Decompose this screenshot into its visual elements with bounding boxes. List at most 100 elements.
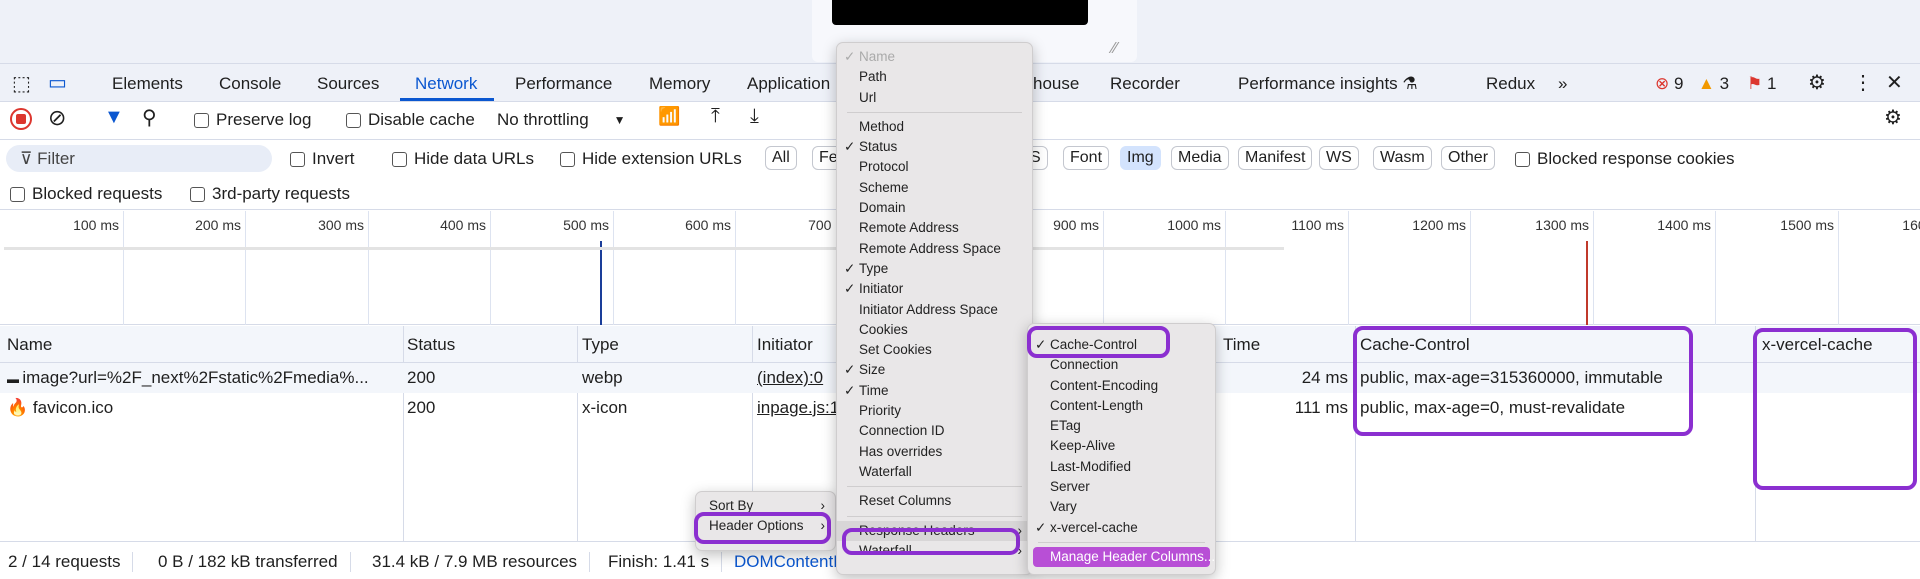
tab-memory[interactable]: Memory: [649, 74, 710, 94]
tab-lighthouse[interactable]: house: [1033, 74, 1079, 94]
device-toolbar-icon[interactable]: ▭: [48, 70, 67, 95]
filter-input[interactable]: ⊽ Filter: [6, 145, 272, 172]
errors-badge[interactable]: ⊗ 9: [1655, 74, 1683, 94]
menu-item-scheme[interactable]: Scheme: [837, 178, 1032, 198]
menu-item-x-vercel-cache[interactable]: ✓ x-vercel-cache: [1028, 518, 1215, 538]
filter-icon[interactable]: ▼: [104, 106, 124, 129]
import-har-icon[interactable]: ⤒: [711, 105, 720, 128]
menu-item-protocol[interactable]: Protocol: [837, 157, 1032, 177]
timeline-gridline: [368, 211, 369, 325]
tab-elements[interactable]: Elements: [112, 74, 183, 94]
type-filter-font[interactable]: Font: [1063, 146, 1110, 170]
menu-item-reset-columns[interactable]: Reset Columns: [837, 491, 1032, 511]
timeline-tick-label: 200 ms: [195, 217, 241, 233]
tab-performance[interactable]: Performance: [515, 74, 612, 94]
menu-item-manage-header-columns[interactable]: Manage Header Columns...: [1033, 546, 1215, 568]
blocked-requests-checkbox[interactable]: Blocked requests: [10, 184, 162, 204]
menu-item-size[interactable]: ✓ Size: [837, 360, 1032, 380]
type-filter-media[interactable]: Media: [1171, 146, 1229, 170]
menu-item-label: Scheme: [859, 179, 909, 195]
network-settings-gear-icon[interactable]: ⚙: [1884, 105, 1902, 130]
column-header-time[interactable]: Time: [1223, 335, 1260, 355]
resize-handle-icon[interactable]: ⁄⁄: [1112, 40, 1117, 58]
close-icon[interactable]: ✕: [1886, 70, 1903, 95]
more-options-icon[interactable]: ⋮: [1853, 70, 1873, 95]
timeline-gridline: [245, 211, 246, 325]
hide-extension-urls-checkbox[interactable]: Hide extension URLs: [560, 149, 742, 169]
type-filter-img[interactable]: Img: [1120, 146, 1161, 170]
type-filter-wasm[interactable]: Wasm: [1373, 146, 1432, 170]
request-initiator-link[interactable]: (index):0: [757, 368, 823, 388]
tab-redux[interactable]: Redux: [1486, 74, 1535, 94]
hide-data-urls-checkbox[interactable]: Hide data URLs: [392, 149, 534, 169]
tab-application[interactable]: Application: [747, 74, 830, 94]
menu-item-server[interactable]: Server: [1028, 477, 1215, 497]
menu-item-domain[interactable]: Domain: [837, 198, 1032, 218]
menu-item-label: Reset Columns: [859, 493, 952, 509]
timeline-tick-label: 300 ms: [318, 217, 364, 233]
column-header-type[interactable]: Type: [582, 335, 619, 355]
menu-item-content-length[interactable]: Content-Length: [1028, 396, 1215, 416]
type-filter-manifest[interactable]: Manifest: [1238, 146, 1313, 170]
preserve-log-checkbox[interactable]: Preserve log: [194, 110, 311, 130]
type-filter-ws[interactable]: WS: [1319, 146, 1359, 170]
timeline-tick-label: 500 ms: [563, 217, 609, 233]
menu-item-connection-id[interactable]: Connection ID: [837, 421, 1032, 441]
menu-item-waterfall[interactable]: Waterfall: [837, 462, 1032, 482]
settings-gear-icon[interactable]: ⚙: [1808, 70, 1826, 95]
tab-recorder[interactable]: Recorder: [1110, 74, 1180, 94]
request-status: 200: [407, 398, 436, 417]
menu-item-initiator-address-space[interactable]: Initiator Address Space: [837, 300, 1032, 320]
menu-item-keep-alive[interactable]: Keep-Alive: [1028, 436, 1215, 456]
column-header-status[interactable]: Status: [407, 335, 455, 355]
type-filter-other[interactable]: Other: [1441, 146, 1496, 170]
menu-item-remote-address[interactable]: Remote Address: [837, 218, 1032, 238]
menu-item-connection[interactable]: Connection: [1028, 355, 1215, 375]
inspect-element-icon[interactable]: ⬚: [12, 71, 31, 96]
menu-item-time[interactable]: ✓ Time: [837, 381, 1032, 401]
clear-icon[interactable]: ⊘: [48, 105, 66, 131]
warnings-badge[interactable]: ▲ 3: [1698, 74, 1729, 94]
third-party-requests-checkbox[interactable]: 3rd-party requests: [190, 184, 350, 204]
timeline-gridline: [613, 211, 614, 325]
issues-badge[interactable]: ⚑ 1: [1747, 74, 1776, 94]
tab-performance-insights[interactable]: Performance insights ⚗: [1238, 74, 1418, 94]
menu-item-path[interactable]: Path: [837, 67, 1032, 87]
tab-console[interactable]: Console: [219, 74, 281, 94]
tab-network[interactable]: Network: [415, 74, 477, 94]
filter-funnel-icon: ⊽: [20, 149, 38, 168]
menu-item-type[interactable]: ✓ Type: [837, 259, 1032, 279]
throttling-select[interactable]: No throttling ▼: [497, 110, 626, 130]
menu-item-url[interactable]: Url: [837, 88, 1032, 108]
menu-item-initiator[interactable]: ✓ Initiator: [837, 279, 1032, 299]
menu-item-last-modified[interactable]: Last-Modified: [1028, 457, 1215, 477]
tab-sources[interactable]: Sources: [317, 74, 379, 94]
menu-item-has-overrides[interactable]: Has overrides: [837, 442, 1032, 462]
invert-checkbox[interactable]: Invert: [290, 149, 355, 169]
menu-item-vary[interactable]: Vary: [1028, 497, 1215, 517]
menu-item-status[interactable]: ✓ Status: [837, 137, 1032, 157]
menu-item-remote-address-space[interactable]: Remote Address Space: [837, 239, 1032, 259]
menu-item-etag[interactable]: ETag: [1028, 416, 1215, 436]
menu-item-content-encoding[interactable]: Content-Encoding: [1028, 376, 1215, 396]
menu-item-priority[interactable]: Priority: [837, 401, 1032, 421]
record-stop-icon[interactable]: [10, 108, 32, 130]
flask-icon: ⚗: [1402, 74, 1418, 93]
menu-item-label: Priority: [859, 403, 902, 419]
column-header-name[interactable]: Name: [7, 335, 52, 355]
menu-item-label: Server: [1050, 479, 1090, 495]
timeline-tick-label: 1200 ms: [1412, 217, 1466, 233]
menu-item-method[interactable]: Method: [837, 117, 1032, 137]
menu-item-label: Initiator Address Space: [859, 301, 998, 317]
menu-item-cookies[interactable]: Cookies: [837, 320, 1032, 340]
type-filter-all[interactable]: All: [765, 146, 797, 170]
search-icon[interactable]: ⚲: [142, 105, 157, 130]
disable-cache-checkbox[interactable]: Disable cache: [346, 110, 475, 130]
export-har-icon[interactable]: ⤓: [750, 105, 759, 128]
menu-item-set-cookies[interactable]: Set Cookies: [837, 340, 1032, 360]
blocked-response-cookies-checkbox[interactable]: Blocked response cookies: [1515, 149, 1735, 169]
request-initiator-link[interactable]: inpage.js:1: [757, 398, 839, 418]
more-tabs-button[interactable]: »: [1558, 74, 1567, 94]
column-header-initiator[interactable]: Initiator: [757, 335, 813, 355]
network-conditions-icon[interactable]: 📶: [658, 106, 680, 127]
